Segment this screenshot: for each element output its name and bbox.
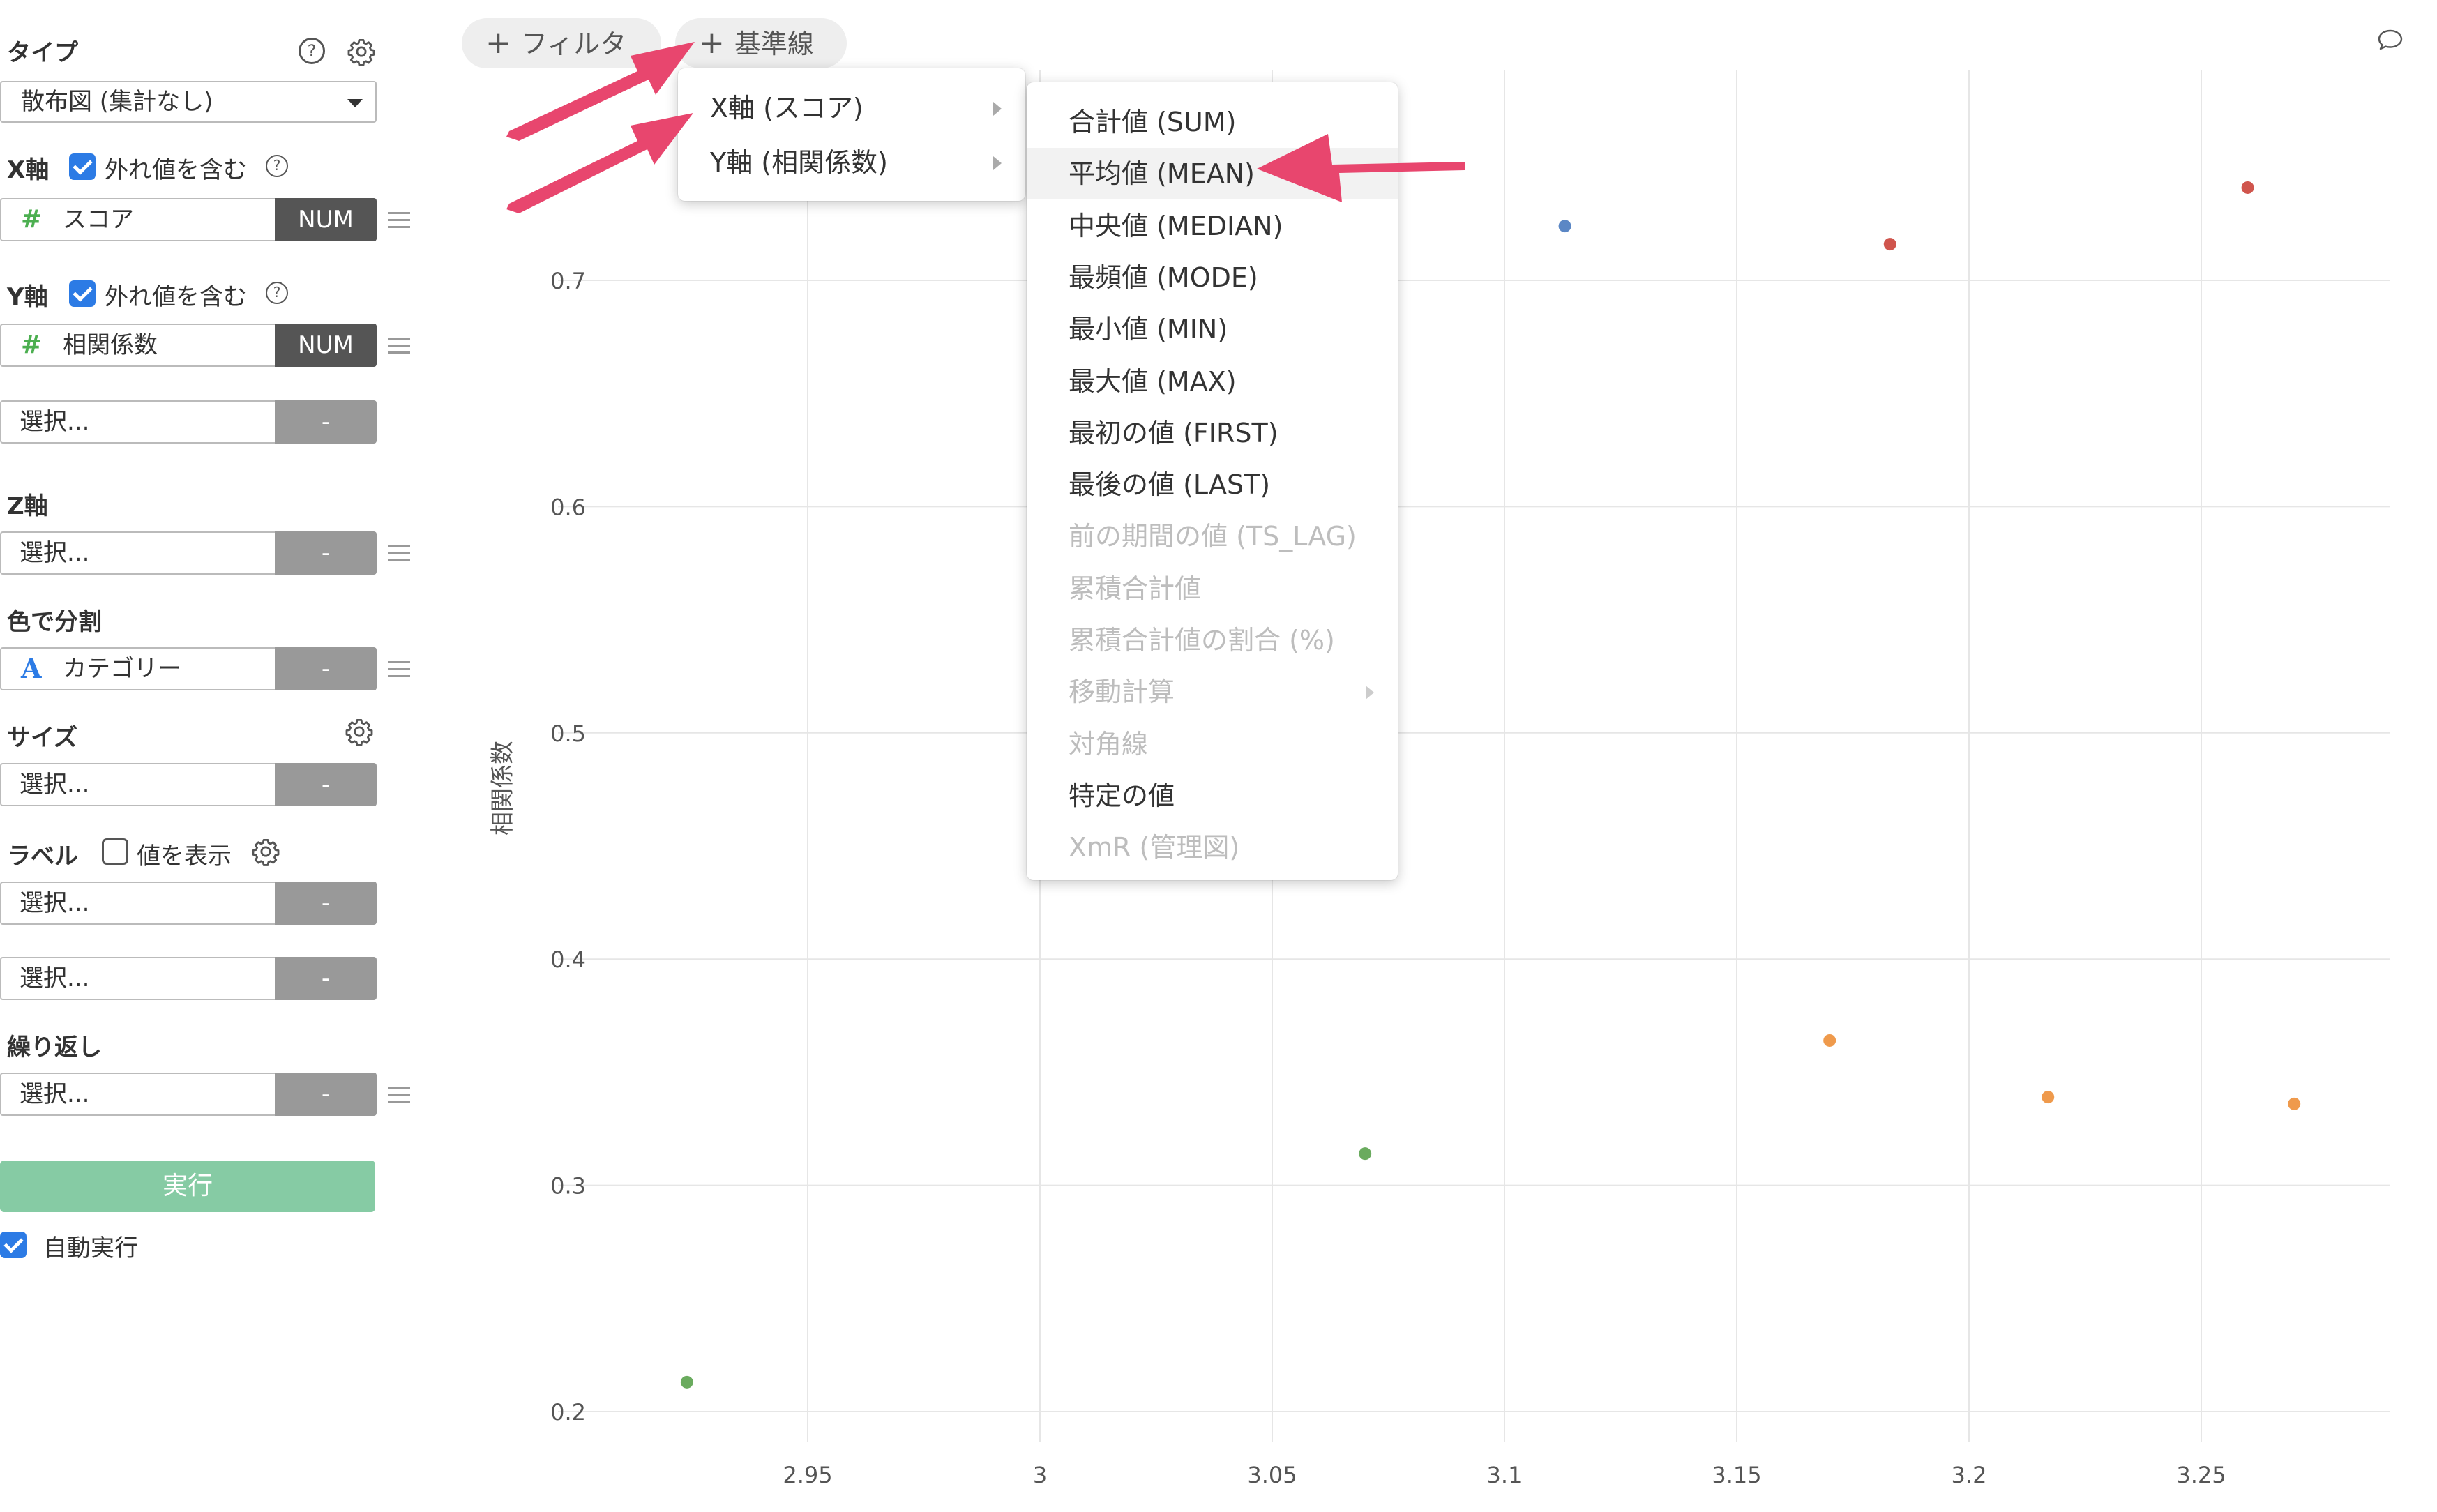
annotation-arrows [506,42,1465,213]
annotation-arrow-3 [1257,134,1465,202]
